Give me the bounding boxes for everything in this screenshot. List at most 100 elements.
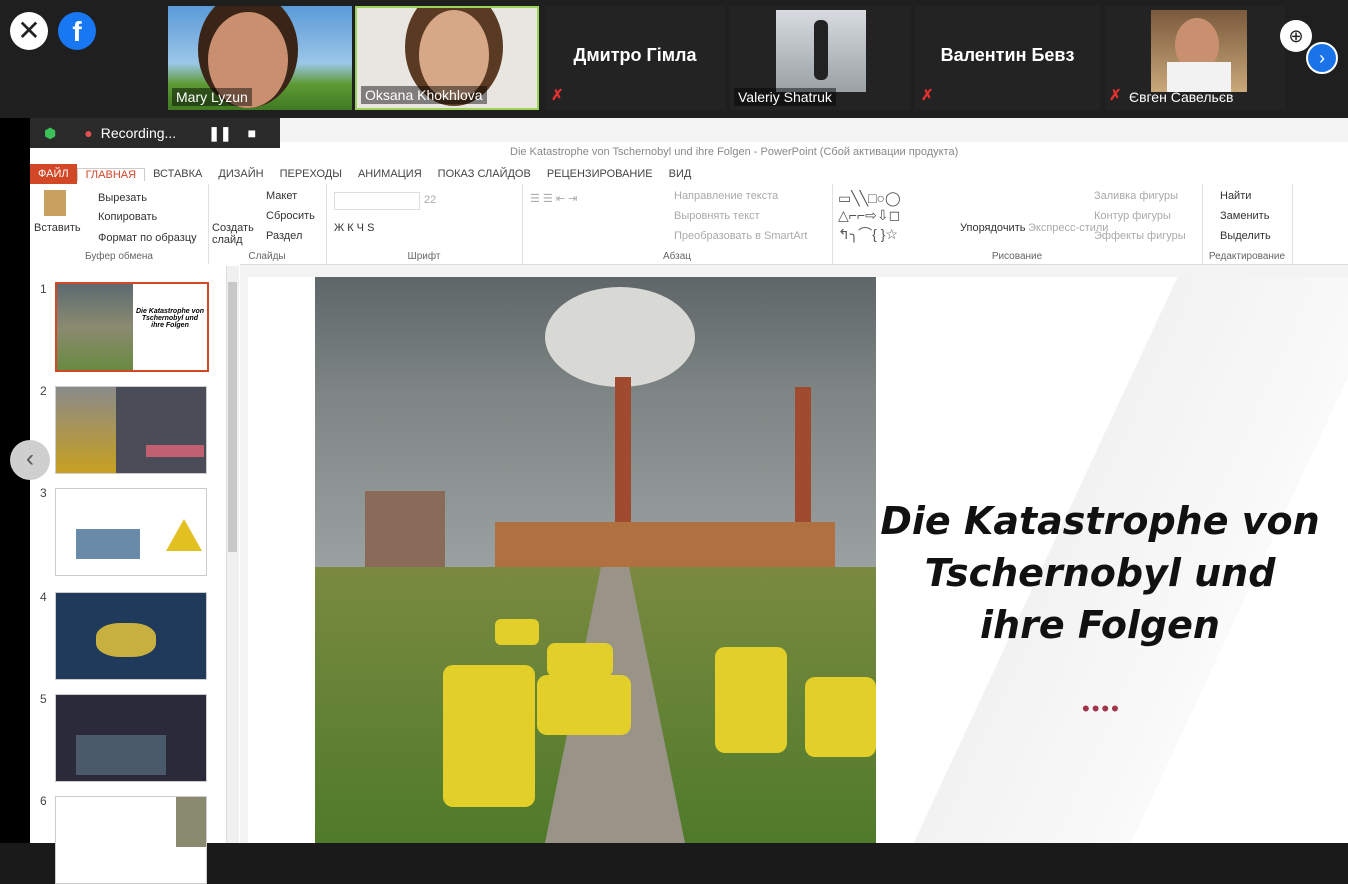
slide-photo bbox=[315, 277, 876, 843]
barrel bbox=[805, 677, 876, 757]
facebook-icon: f bbox=[58, 12, 96, 50]
group-label: Рисование bbox=[991, 251, 1043, 262]
title-line: ihre Folgen bbox=[980, 603, 1220, 647]
thumbnail-3[interactable] bbox=[55, 488, 207, 576]
recording-bar: ⬢ ● Recording... ❚❚ ■ bbox=[30, 118, 280, 148]
ribbon-tabs: ФАЙЛ ГЛАВНАЯ ВСТАВКА ДИЗАЙН ПЕРЕХОДЫ АНИ… bbox=[30, 164, 1348, 184]
tab-animations[interactable]: АНИМАЦИЯ bbox=[350, 168, 430, 180]
barrel bbox=[537, 675, 631, 735]
participant-tile[interactable]: Valeriy Shatruk bbox=[730, 6, 910, 110]
thumbnail-text: Die Katastrophe von Tschernobyl und ihre… bbox=[135, 308, 205, 329]
window-title: Die Katastrophe von Tschernobyl und ihre… bbox=[510, 146, 959, 158]
pause-icon[interactable]: ❚❚ bbox=[208, 125, 231, 142]
editing-group: Найти Заменить Выделить Редактирование bbox=[1202, 184, 1293, 264]
ribbon: Вставить Вырезать Копировать Формат по о… bbox=[30, 184, 1348, 265]
barrel bbox=[715, 647, 787, 753]
text-direction-button[interactable]: Направление текста bbox=[674, 190, 778, 202]
next-icon[interactable]: › bbox=[1306, 42, 1338, 74]
shape-fill-button[interactable]: Заливка фигуры bbox=[1094, 190, 1178, 202]
align-text-button[interactable]: Выровнять текст bbox=[674, 210, 760, 222]
participant-strip: ✕ f Mary Lyzun Oksana Khokhlova Дмитро Г… bbox=[0, 0, 1348, 118]
thumbnail-number: 5 bbox=[40, 692, 47, 706]
close-icon[interactable]: ✕ bbox=[10, 12, 48, 50]
replace-button[interactable]: Заменить bbox=[1220, 210, 1269, 222]
tab-design[interactable]: ДИЗАЙН bbox=[210, 168, 271, 180]
paragraph-group: ☰ ☰ ⇤ ⇥ Направление текста Выровнять тек… bbox=[522, 184, 833, 264]
tab-transitions[interactable]: ПЕРЕХОДЫ bbox=[272, 168, 350, 180]
list-buttons[interactable]: ☰ ☰ ⇤ ⇥ bbox=[530, 192, 577, 205]
mic-muted-icon: ✗ bbox=[1109, 87, 1122, 104]
shape-outline-button[interactable]: Контур фигуры bbox=[1094, 210, 1171, 222]
thumbnail-1[interactable]: Die Katastrophe von Tschernobyl und ihre… bbox=[55, 282, 209, 372]
slide-title: Die Katastrophe von Tschernobyl und ihre… bbox=[880, 495, 1320, 651]
zoom-in-icon[interactable]: ⊕ bbox=[1280, 20, 1312, 52]
participant-tile[interactable]: Oksana Khokhlova bbox=[355, 6, 539, 110]
tab-insert[interactable]: ВСТАВКА bbox=[145, 168, 210, 180]
recording-label: Recording... bbox=[100, 125, 177, 141]
thumbnail-6[interactable] bbox=[55, 796, 207, 884]
smartart-button[interactable]: Преобразовать в SmartArt bbox=[674, 230, 807, 242]
barrel bbox=[495, 619, 539, 645]
thumbnail-number: 1 bbox=[40, 282, 47, 296]
tab-slideshow[interactable]: ПОКАЗ СЛАЙДОВ bbox=[430, 168, 539, 180]
participant-tile[interactable]: Mary Lyzun bbox=[168, 6, 352, 110]
tab-review[interactable]: РЕЦЕНЗИРОВАНИЕ bbox=[539, 168, 661, 180]
thumbnail-5[interactable] bbox=[55, 694, 207, 782]
group-label: Слайды bbox=[248, 251, 286, 262]
thumbnail-number: 3 bbox=[40, 486, 47, 500]
slide-thumbnails-pane: 1 Die Katastrophe von Tschernobyl und ih… bbox=[30, 264, 240, 884]
barrel bbox=[443, 665, 535, 807]
tab-view[interactable]: ВИД bbox=[661, 168, 700, 180]
reset-button[interactable]: Сбросить bbox=[266, 210, 315, 222]
paste-icon bbox=[44, 190, 66, 216]
thumbnail-4[interactable] bbox=[55, 592, 207, 680]
prev-slide-icon[interactable]: ‹ bbox=[10, 440, 50, 480]
thumbnails-scrollbar[interactable] bbox=[226, 266, 239, 843]
participant-tile[interactable]: Дмитро Гімла ✗ bbox=[545, 6, 725, 110]
format-painter-button[interactable]: Формат по образцу bbox=[98, 232, 197, 244]
select-button[interactable]: Выделить bbox=[1220, 230, 1271, 242]
font-name-field[interactable] bbox=[334, 192, 420, 210]
new-slide-button[interactable]: Создать слайд bbox=[212, 222, 254, 246]
font-size-field[interactable]: 22 bbox=[424, 194, 436, 206]
shield-icon: ⬢ bbox=[44, 124, 57, 141]
layout-button[interactable]: Макет bbox=[266, 190, 297, 202]
tab-home[interactable]: ГЛАВНАЯ bbox=[76, 167, 146, 181]
group-label: Буфер обмена bbox=[85, 251, 153, 262]
thumbnail-number: 2 bbox=[40, 384, 47, 398]
slides-group: Создать слайд Макет Сбросить Раздел Слай… bbox=[208, 184, 327, 264]
paste-button[interactable]: Вставить bbox=[34, 222, 81, 234]
mic-muted-icon: ✗ bbox=[921, 87, 934, 104]
participant-name: Валентин Бевз bbox=[940, 45, 1075, 65]
participant-name: Oksana Khokhlova bbox=[361, 86, 487, 104]
shape-effects-button[interactable]: Эффекты фигуры bbox=[1094, 230, 1186, 242]
arrange-button[interactable]: Упорядочить bbox=[960, 222, 1025, 234]
participant-name: Дмитро Гімла bbox=[573, 45, 697, 65]
find-button[interactable]: Найти bbox=[1220, 190, 1251, 202]
participant-tile[interactable]: ✗ Євген Савельєв bbox=[1105, 6, 1285, 110]
mic-muted-icon: ✗ bbox=[551, 87, 564, 104]
title-line: Die Katastrophe von bbox=[880, 499, 1320, 543]
participant-name: Mary Lyzun bbox=[172, 88, 252, 106]
left-black-bar bbox=[0, 118, 30, 843]
thumbnail-2[interactable] bbox=[55, 386, 207, 474]
section-button[interactable]: Раздел bbox=[266, 230, 302, 242]
font-group: 22 Ж К Ч S Шрифт bbox=[326, 184, 523, 264]
barrel bbox=[547, 643, 613, 677]
cut-button[interactable]: Вырезать bbox=[98, 192, 147, 204]
participant-name: Valeriy Shatruk bbox=[734, 88, 836, 106]
stop-icon[interactable]: ■ bbox=[248, 125, 256, 141]
drawing-group: ▭╲╲□○◯ △⌐⌐⇨⇩◻ ↰╮⌒{ }☆ Упорядочить Экспресс… bbox=[832, 184, 1203, 264]
font-format-buttons[interactable]: Ж К Ч S bbox=[334, 222, 374, 234]
thumbnail-number: 6 bbox=[40, 794, 47, 808]
clipboard-group: Вставить Вырезать Копировать Формат по о… bbox=[30, 184, 209, 264]
shapes-gallery[interactable]: ▭╲╲□○◯ △⌐⌐⇨⇩◻ ↰╮⌒{ }☆ bbox=[838, 190, 901, 244]
group-label: Редактирование bbox=[1208, 251, 1286, 262]
tab-file[interactable]: ФАЙЛ bbox=[30, 164, 77, 184]
copy-button[interactable]: Копировать bbox=[98, 211, 157, 223]
decorative-dots: •••• bbox=[1082, 696, 1121, 721]
participant-tile[interactable]: Валентин Бевз ✗ bbox=[915, 6, 1100, 110]
group-label: Шрифт bbox=[407, 251, 441, 262]
participant-name: Євген Савельєв bbox=[1129, 89, 1234, 105]
record-dot-icon: ● bbox=[84, 125, 93, 141]
